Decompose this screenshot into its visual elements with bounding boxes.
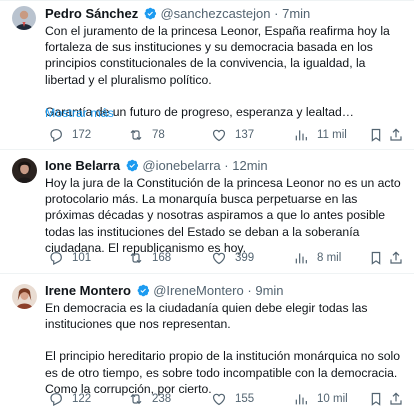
share-icon	[390, 392, 402, 405]
like-count: 399	[235, 252, 255, 264]
author-handle[interactable]: @ionebelarra	[142, 158, 220, 173]
reply-button[interactable]: 122	[48, 390, 91, 408]
tweet-sanchez[interactable]: Pedro Sánchez @sanchezcastejon · 7min Co…	[0, 0, 414, 150]
retweet-icon	[130, 129, 142, 141]
retweet-button[interactable]: 168	[128, 249, 171, 267]
tweet-header: Ione Belarra @ionebelarra · 12min	[45, 157, 268, 175]
views-button[interactable]: 10 mil	[293, 390, 348, 408]
author-handle[interactable]: @IreneMontero	[153, 283, 244, 298]
separator: ·	[224, 158, 229, 173]
timestamp[interactable]: 9min	[255, 283, 283, 298]
tweet-belarra[interactable]: Ione Belarra @ionebelarra · 12min Hoy la…	[0, 150, 414, 272]
reply-count: 122	[72, 393, 92, 405]
views-count: 8 mil	[317, 252, 342, 264]
tweet-text: En democracia es la ciudadanía quien deb…	[45, 300, 405, 397]
bookmark-icon	[371, 128, 381, 142]
avatar[interactable]	[12, 158, 37, 183]
author-name[interactable]: Ione Belarra	[45, 158, 120, 173]
author-handle[interactable]: @sanchezcastejon	[160, 6, 270, 21]
like-button[interactable]: 399	[211, 249, 254, 267]
views-icon	[295, 253, 307, 264]
action-bar: 172 78 137 11 mil	[48, 126, 408, 144]
bookmark-icon	[371, 251, 381, 265]
reply-count: 172	[72, 129, 92, 141]
tweet-montero[interactable]: Irene Montero @IreneMontero · 9min En de…	[0, 274, 414, 413]
tweet-paragraph: En democracia es la ciudadanía quien deb…	[45, 301, 368, 332]
retweet-count: 78	[152, 129, 165, 141]
separator: ·	[247, 283, 252, 298]
retweet-icon	[130, 393, 142, 405]
show-more-link[interactable]: Mostrar más	[45, 105, 114, 121]
bookmark-icon	[371, 392, 381, 406]
action-bar: 101 168 399 8 mil	[48, 249, 408, 267]
reply-icon	[50, 393, 62, 406]
views-button[interactable]: 8 mil	[293, 249, 341, 267]
timeline-feed: Pedro Sánchez @sanchezcastejon · 7min Co…	[0, 0, 414, 413]
like-icon	[212, 129, 226, 142]
action-bar: 122 238 155 10 mil	[48, 390, 408, 408]
tweet-text: Hoy la jura de la Constitución de la pri…	[45, 175, 405, 256]
timestamp[interactable]: 7min	[282, 6, 310, 21]
reply-icon	[50, 252, 62, 265]
timestamp[interactable]: 12min	[232, 158, 267, 173]
like-count: 155	[235, 393, 255, 405]
reply-button[interactable]: 172	[48, 126, 91, 144]
like-button[interactable]: 155	[211, 390, 254, 408]
tweet-paragraph: Con el juramento de la princesa Leonor, …	[45, 24, 390, 87]
retweet-icon	[130, 252, 142, 264]
retweet-count: 238	[152, 393, 172, 405]
author-name[interactable]: Pedro Sánchez	[45, 6, 138, 21]
retweet-button[interactable]: 238	[128, 390, 171, 408]
reply-button[interactable]: 101	[48, 249, 91, 267]
avatar[interactable]	[12, 6, 36, 30]
avatar[interactable]	[12, 284, 37, 309]
tweet-header: Pedro Sánchez @sanchezcastejon · 7min	[45, 5, 310, 23]
reply-count: 101	[72, 252, 92, 264]
reply-icon	[50, 129, 62, 142]
views-icon	[295, 130, 307, 141]
views-count: 11 mil	[317, 129, 347, 141]
like-icon	[212, 252, 226, 265]
separator: ·	[274, 6, 279, 21]
share-button[interactable]	[388, 249, 412, 267]
like-count: 137	[235, 129, 255, 141]
views-count: 10 mil	[317, 393, 348, 405]
share-icon	[390, 128, 402, 141]
tweet-paragraph: Hoy la jura de la Constitución de la pri…	[45, 176, 401, 255]
views-icon	[295, 394, 307, 405]
tweet-header: Irene Montero @IreneMontero · 9min	[45, 282, 284, 300]
author-name[interactable]: Irene Montero	[45, 283, 131, 298]
retweet-count: 168	[152, 252, 172, 264]
like-button[interactable]: 137	[211, 126, 254, 144]
like-icon	[212, 393, 226, 406]
share-button[interactable]	[388, 126, 412, 144]
share-icon	[390, 251, 402, 264]
retweet-button[interactable]: 78	[128, 126, 165, 144]
views-button[interactable]: 11 mil	[293, 126, 347, 144]
share-button[interactable]	[388, 390, 412, 408]
